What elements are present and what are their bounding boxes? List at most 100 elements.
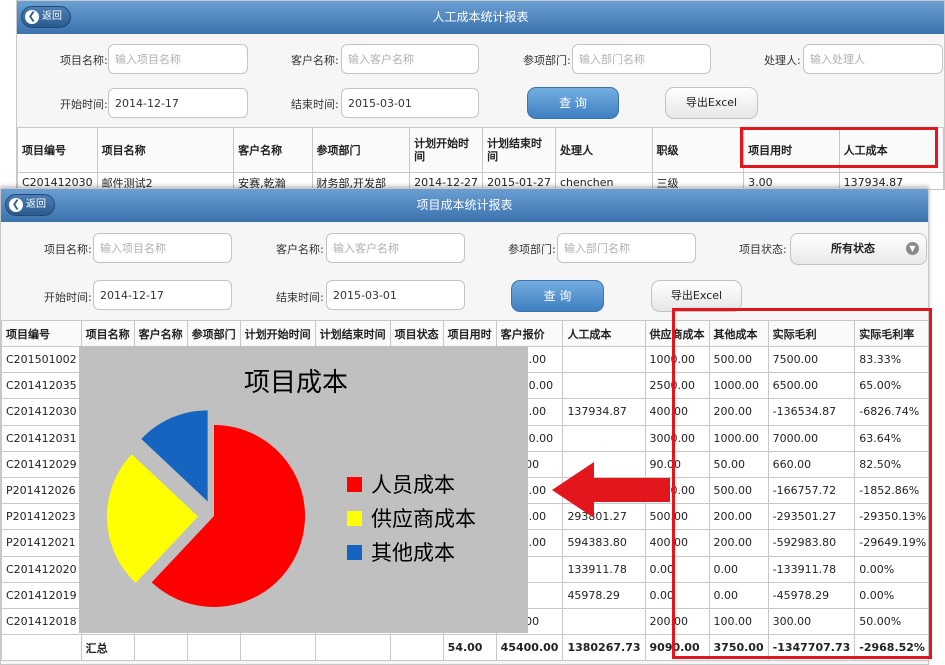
table-cell: C201412029 bbox=[1, 450, 82, 478]
table-cell bbox=[562, 607, 646, 636]
cost-columns-highlight-box bbox=[672, 308, 932, 659]
table-cell: C201412035 bbox=[1, 372, 82, 400]
project-status-value: 所有状态 bbox=[831, 242, 875, 255]
table-cell bbox=[314, 634, 391, 662]
chevron-down-icon: ▼ bbox=[906, 242, 919, 255]
start-time-input[interactable] bbox=[108, 88, 248, 118]
table-cell: 594383.80 bbox=[562, 529, 646, 557]
department-label: 参项部门: bbox=[508, 243, 556, 256]
red-arrow-icon bbox=[552, 462, 670, 518]
export-excel-button[interactable]: 导出Excel bbox=[665, 87, 758, 119]
customer-name-label: 客户名称: bbox=[291, 54, 339, 67]
pie-chart bbox=[107, 410, 305, 607]
customer-name-input[interactable] bbox=[326, 233, 465, 263]
legend-swatch bbox=[347, 510, 362, 526]
legend-swatch bbox=[347, 476, 362, 492]
table-cell: P201412021 bbox=[1, 529, 82, 557]
project-cost-chart: 项目成本 人员成本 供应商成本 其他成本 bbox=[79, 346, 528, 633]
column-header[interactable]: 客户名称 bbox=[233, 127, 313, 173]
back-label: 返回 bbox=[42, 11, 62, 22]
table-cell: 45978.29 bbox=[562, 581, 646, 609]
column-header[interactable]: 计划开始时间 bbox=[239, 320, 316, 347]
table-cell: 133911.78 bbox=[562, 555, 646, 583]
customer-name-label: 客户名称: bbox=[276, 243, 324, 256]
table-cell bbox=[562, 345, 646, 374]
table-cell: 1380267.73 bbox=[562, 634, 646, 662]
table-cell: C201412031 bbox=[1, 424, 82, 452]
customer-name-input[interactable] bbox=[341, 44, 479, 74]
column-header[interactable]: 项目用时 bbox=[442, 320, 497, 347]
column-header[interactable]: 项目名称 bbox=[80, 320, 135, 347]
table-cell bbox=[562, 424, 646, 452]
end-time-label: 结束时间: bbox=[276, 291, 324, 304]
project-name-input[interactable] bbox=[93, 233, 232, 263]
project-status-label: 项目状态: bbox=[739, 243, 787, 256]
legend-item-personnel: 人员成本 bbox=[347, 469, 455, 499]
handler-input[interactable] bbox=[803, 44, 943, 74]
table-cell: 137934.87 bbox=[562, 398, 646, 426]
table-cell bbox=[186, 634, 241, 662]
column-header[interactable]: 项目状态 bbox=[389, 320, 444, 347]
end-time-input[interactable] bbox=[326, 280, 465, 310]
table-cell: 汇总 bbox=[80, 634, 135, 662]
handler-label: 处理人: bbox=[764, 54, 801, 67]
project-status-select[interactable]: 所有状态 ▼ bbox=[790, 233, 927, 265]
window-title: 人工成本统计报表 bbox=[432, 10, 529, 24]
legend-label: 其他成本 bbox=[371, 541, 455, 565]
query-button[interactable]: 查 询 bbox=[511, 280, 604, 312]
column-header[interactable]: 职级 bbox=[651, 127, 745, 173]
department-input[interactable] bbox=[557, 233, 696, 263]
project-name-input[interactable] bbox=[108, 44, 248, 74]
table-cell bbox=[562, 372, 646, 400]
project-name-label: 项目名称: bbox=[60, 54, 108, 67]
table-cell bbox=[133, 634, 188, 662]
table-cell: C201501002 bbox=[1, 345, 82, 374]
legend-label: 人员成本 bbox=[371, 473, 455, 497]
back-arrow-icon: ❮ bbox=[9, 198, 23, 212]
column-header[interactable]: 计划结束时间 bbox=[482, 127, 556, 173]
end-time-input[interactable] bbox=[341, 88, 479, 118]
table-cell: 45400.00 bbox=[495, 634, 564, 662]
column-header[interactable]: 客户名称 bbox=[133, 320, 188, 347]
column-header[interactable]: 人工成本 bbox=[562, 320, 646, 347]
table-cell bbox=[1, 634, 82, 662]
window-titlebar: ❮ 返回 人工成本统计报表 bbox=[17, 1, 944, 34]
back-button[interactable]: ❮ 返回 bbox=[5, 194, 55, 216]
column-header[interactable]: 项目编号 bbox=[1, 320, 82, 347]
window-titlebar: ❮ 返回 项目成本统计报表 bbox=[1, 189, 928, 222]
column-header[interactable]: 参项部门 bbox=[186, 320, 241, 347]
table-cell: 54.00 bbox=[442, 634, 497, 662]
start-time-label: 开始时间: bbox=[60, 98, 108, 111]
department-input[interactable] bbox=[572, 44, 711, 74]
back-arrow-icon: ❮ bbox=[25, 10, 39, 24]
window-title: 项目成本统计报表 bbox=[416, 198, 513, 212]
column-header[interactable]: 参项部门 bbox=[311, 127, 411, 173]
table-cell bbox=[239, 634, 316, 662]
query-button[interactable]: 查 询 bbox=[527, 87, 619, 119]
back-button[interactable]: ❮ 返回 bbox=[21, 6, 71, 28]
department-label: 参项部门: bbox=[523, 54, 571, 67]
labor-cost-highlight-box bbox=[740, 127, 938, 168]
table-cell: C201412019 bbox=[1, 581, 82, 609]
project-name-label: 项目名称: bbox=[44, 243, 92, 256]
column-header[interactable]: 处理人 bbox=[555, 127, 653, 173]
table-cell: C201412030 bbox=[1, 398, 82, 426]
table-cell: P201412023 bbox=[1, 503, 82, 531]
legend-item-supplier: 供应商成本 bbox=[347, 503, 476, 533]
column-header[interactable]: 项目名称 bbox=[96, 127, 235, 173]
table-cell: C201412018 bbox=[1, 607, 82, 636]
column-header[interactable]: 项目编号 bbox=[17, 127, 98, 173]
table-cell: P201412026 bbox=[1, 476, 82, 505]
start-time-label: 开始时间: bbox=[44, 291, 92, 304]
column-header[interactable]: 计划结束时间 bbox=[314, 320, 391, 347]
table-cell bbox=[389, 634, 444, 662]
end-time-label: 结束时间: bbox=[291, 98, 339, 111]
table-cell: C201412020 bbox=[1, 555, 82, 583]
legend-label: 供应商成本 bbox=[371, 507, 476, 531]
column-header[interactable]: 计划开始时间 bbox=[409, 127, 484, 173]
column-header[interactable]: 客户报价 bbox=[495, 320, 564, 347]
back-label: 返回 bbox=[26, 199, 46, 210]
legend-swatch bbox=[347, 544, 362, 560]
start-time-input[interactable] bbox=[93, 280, 232, 310]
legend-item-other: 其他成本 bbox=[347, 537, 455, 567]
